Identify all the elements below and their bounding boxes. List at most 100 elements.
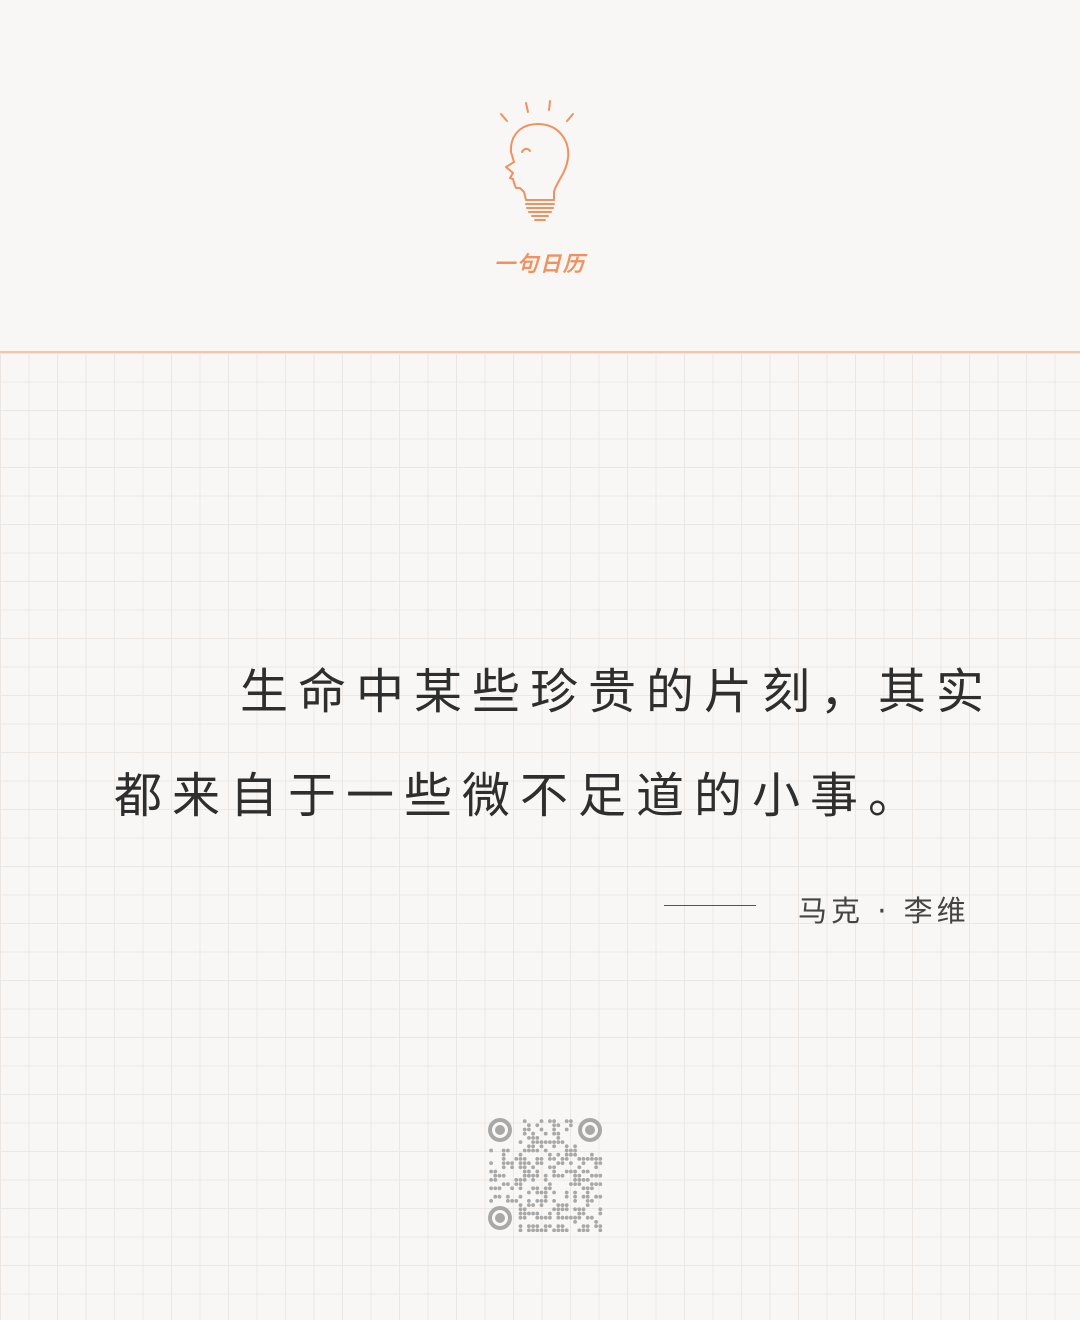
qr-dot bbox=[577, 1228, 582, 1232]
qr-dot bbox=[522, 1211, 527, 1216]
qr-dot bbox=[569, 1182, 573, 1186]
qr-dot bbox=[535, 1123, 540, 1128]
qr-dot bbox=[564, 1228, 569, 1232]
qr-dot bbox=[543, 1194, 548, 1199]
qr-dot bbox=[590, 1182, 594, 1186]
qr-dot bbox=[501, 1157, 506, 1161]
qr-dot bbox=[573, 1199, 577, 1203]
qr-dot bbox=[585, 1228, 590, 1232]
qr-dot bbox=[527, 1224, 531, 1228]
qr-dot bbox=[594, 1161, 598, 1165]
qr-dot bbox=[522, 1215, 527, 1220]
qr-dot bbox=[573, 1207, 577, 1212]
qr-dot bbox=[518, 1215, 523, 1220]
quote-line-2: 都来自于一些微不足道的小事。 bbox=[114, 768, 927, 824]
qr-dot bbox=[531, 1148, 535, 1153]
qr-dot bbox=[539, 1140, 544, 1144]
qr-dot bbox=[552, 1173, 556, 1178]
qr-dot bbox=[585, 1203, 590, 1207]
qr-dot bbox=[590, 1215, 594, 1220]
qr-dot bbox=[590, 1157, 594, 1161]
qr-dot bbox=[560, 1228, 565, 1232]
qr-dot bbox=[556, 1211, 561, 1216]
qr-dot bbox=[564, 1127, 569, 1132]
qr-dot bbox=[590, 1186, 594, 1191]
qr-dot bbox=[489, 1186, 493, 1191]
qr-dot bbox=[514, 1157, 519, 1161]
qr-dot bbox=[585, 1157, 590, 1161]
header: 一句日历 bbox=[0, 0, 1080, 351]
qr-dot bbox=[518, 1186, 523, 1191]
qr-dot bbox=[535, 1186, 540, 1191]
qr-dot bbox=[489, 1199, 493, 1203]
qr-dot bbox=[560, 1224, 565, 1228]
qr-dot bbox=[552, 1119, 556, 1123]
qr-dot bbox=[539, 1157, 544, 1161]
qr-dot bbox=[518, 1224, 523, 1228]
qr-dot bbox=[522, 1161, 527, 1165]
qr-dot bbox=[522, 1131, 527, 1136]
qr-dot bbox=[573, 1215, 577, 1220]
qr-dot bbox=[535, 1224, 540, 1228]
qr-dot bbox=[510, 1161, 514, 1165]
qr-dot bbox=[531, 1203, 535, 1207]
qr-dot bbox=[518, 1207, 523, 1212]
qr-dot bbox=[489, 1178, 493, 1182]
qr-dot bbox=[577, 1207, 582, 1212]
qr-dot bbox=[564, 1203, 569, 1207]
qr-dot bbox=[543, 1140, 548, 1144]
qr-dot bbox=[539, 1215, 544, 1220]
qr-dot bbox=[531, 1228, 535, 1232]
qr-dot bbox=[594, 1194, 598, 1199]
qr-dot bbox=[518, 1228, 523, 1232]
qr-dot bbox=[594, 1157, 598, 1161]
qr-dot bbox=[531, 1131, 535, 1136]
qr-dot bbox=[539, 1203, 544, 1207]
qr-dot bbox=[590, 1173, 594, 1178]
qr-dot bbox=[552, 1228, 556, 1232]
qr-dot bbox=[522, 1169, 527, 1174]
qr-dot bbox=[518, 1157, 523, 1161]
qr-dot bbox=[564, 1157, 569, 1161]
qr-dot bbox=[594, 1182, 598, 1186]
qr-dot bbox=[527, 1203, 531, 1207]
qr-dot bbox=[548, 1157, 552, 1161]
qr-dot bbox=[577, 1157, 582, 1161]
qr-dot bbox=[543, 1190, 548, 1195]
qr-dot bbox=[556, 1140, 561, 1144]
qr-dot bbox=[581, 1157, 586, 1161]
qr-dot bbox=[522, 1148, 527, 1153]
qr-dot bbox=[598, 1224, 603, 1228]
qr-code-icon[interactable] bbox=[486, 1116, 604, 1232]
qr-dot bbox=[585, 1169, 590, 1174]
qr-dot bbox=[501, 1161, 506, 1165]
qr-dot bbox=[493, 1194, 498, 1199]
qr-dot bbox=[569, 1161, 573, 1165]
qr-dot bbox=[590, 1152, 594, 1157]
qr-dot bbox=[585, 1199, 590, 1203]
qr-dot bbox=[585, 1224, 590, 1228]
qr-dot bbox=[514, 1178, 519, 1182]
qr-dot bbox=[560, 1140, 565, 1144]
qr-dot bbox=[594, 1220, 598, 1224]
qr-dot bbox=[564, 1190, 569, 1195]
qr-dot bbox=[573, 1144, 577, 1149]
qr-dot bbox=[556, 1123, 561, 1128]
qr-dot bbox=[548, 1140, 552, 1144]
qr-dot bbox=[527, 1161, 531, 1165]
qr-dot bbox=[548, 1224, 552, 1228]
qr-dot bbox=[514, 1199, 519, 1203]
qr-dot bbox=[598, 1173, 603, 1178]
qr-dot bbox=[518, 1140, 523, 1144]
qr-dot bbox=[552, 1140, 556, 1144]
qr-dot bbox=[522, 1157, 527, 1161]
qr-dot bbox=[539, 1127, 544, 1132]
qr-dot bbox=[598, 1161, 603, 1165]
qr-dot bbox=[489, 1169, 493, 1174]
author-dash bbox=[664, 905, 756, 906]
qr-dot bbox=[560, 1173, 565, 1178]
qr-dot bbox=[535, 1169, 540, 1174]
qr-dot bbox=[535, 1211, 540, 1216]
qr-dot bbox=[581, 1224, 586, 1228]
qr-dot bbox=[493, 1186, 498, 1191]
